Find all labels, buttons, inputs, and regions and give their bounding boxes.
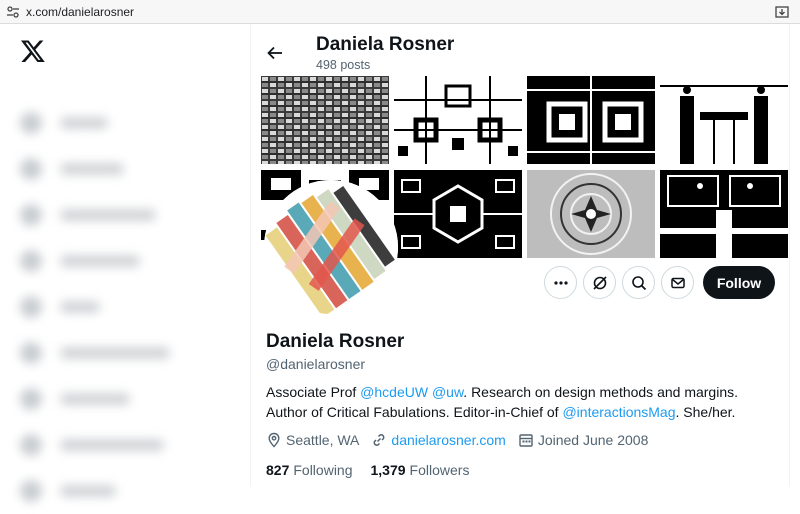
mail-icon — [670, 277, 685, 288]
banner-tile-circuit-light — [394, 76, 522, 164]
following-label: Following — [293, 462, 353, 478]
site-settings-icon[interactable] — [6, 5, 20, 19]
nav-divider — [250, 24, 251, 486]
followers-link[interactable]: 1,379 Followers — [371, 462, 470, 478]
nav-item[interactable] — [10, 238, 240, 284]
banner-tile-mandala — [527, 170, 655, 258]
nav-item[interactable] — [10, 284, 240, 330]
following-count: 827 — [266, 462, 290, 478]
banner-tile-blocks — [660, 170, 788, 258]
browser-address-bar: x.com/danielarosner — [0, 0, 800, 24]
grok-button[interactable] — [583, 266, 616, 299]
profile-handle: @danielarosner — [266, 356, 366, 372]
link-icon — [373, 434, 385, 446]
message-button[interactable] — [661, 266, 694, 299]
banner-tile-circuit-dark — [527, 76, 655, 164]
nav-item[interactable] — [10, 192, 240, 238]
profile-bio: Associate Prof @hcdeUW @uw. Research on … — [266, 382, 781, 422]
x-logo-icon[interactable] — [20, 38, 46, 64]
nav-item[interactable] — [10, 330, 240, 376]
profile-meta: Seattle, WA danielarosner.com Joined Jun… — [266, 432, 660, 448]
column-divider — [789, 24, 790, 486]
bio-text: Associate Prof — [266, 384, 361, 400]
location-text: Seattle, WA — [286, 432, 360, 448]
follow-stats: 827 Following 1,379 Followers — [266, 462, 487, 478]
profile-avatar[interactable] — [264, 180, 398, 314]
nav-item[interactable] — [10, 100, 240, 146]
nav-items-blurred — [10, 100, 240, 514]
website-item: danielarosner.com — [371, 432, 506, 448]
left-navigation — [0, 24, 250, 502]
more-button[interactable] — [544, 266, 577, 299]
bio-mention-uw[interactable]: @uw — [432, 384, 463, 400]
nav-item[interactable] — [10, 146, 240, 192]
profile-name: Daniela Rosner — [266, 331, 405, 352]
location-item: Seattle, WA — [266, 432, 359, 448]
location-icon — [268, 432, 280, 448]
bio-mention-interactionsmag[interactable]: @interactionsMag — [562, 404, 675, 420]
header-name: Daniela Rosner — [316, 34, 455, 55]
website-link[interactable]: danielarosner.com — [391, 432, 505, 448]
joined-item: Joined June 2008 — [518, 432, 649, 448]
followers-count: 1,379 — [370, 462, 406, 478]
search-icon — [631, 275, 646, 290]
address-url[interactable]: x.com/danielarosner — [26, 5, 134, 19]
nav-item[interactable] — [10, 468, 240, 514]
search-button[interactable] — [622, 266, 655, 299]
grok-icon — [592, 275, 607, 290]
banner-tile-gate — [394, 170, 522, 258]
header-post-count: 498 posts — [316, 58, 371, 72]
download-icon[interactable] — [774, 4, 790, 20]
bio-mention-hcdeuw[interactable]: @hcdeUW — [360, 384, 428, 400]
nav-item[interactable] — [10, 376, 240, 422]
banner-tile-pillars — [660, 76, 788, 164]
following-link[interactable]: 827 Following — [266, 462, 353, 478]
calendar-icon — [519, 434, 533, 447]
follow-button[interactable]: Follow — [703, 266, 775, 299]
bio-text: . She/her. — [675, 404, 736, 420]
joined-text: Joined June 2008 — [537, 432, 649, 448]
banner-tile-weave — [261, 76, 389, 164]
nav-item[interactable] — [10, 422, 240, 468]
back-button[interactable] — [262, 40, 288, 66]
more-icon — [553, 280, 568, 285]
followers-label: Followers — [409, 462, 470, 478]
back-arrow-icon — [267, 46, 282, 60]
